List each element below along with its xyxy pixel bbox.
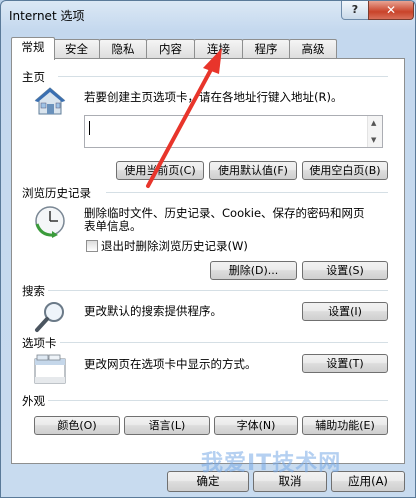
- tab-general[interactable]: 常规: [11, 37, 55, 60]
- annotation-arrow-icon: [146, 48, 222, 188]
